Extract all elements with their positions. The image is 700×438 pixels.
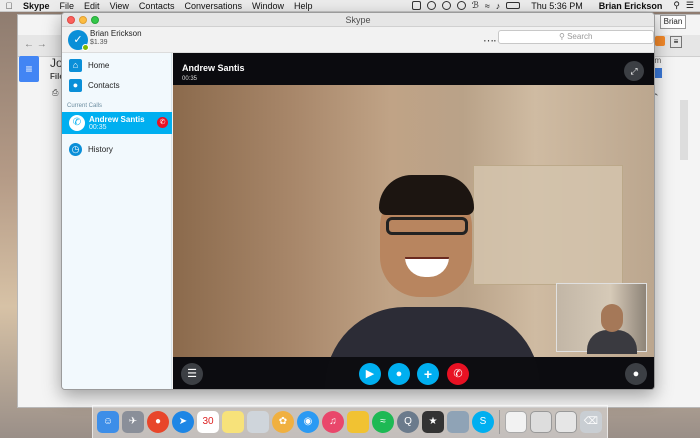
skype-status-icon[interactable]	[426, 1, 436, 10]
self-body	[587, 330, 637, 354]
section-current-calls: Current Calls	[67, 103, 103, 109]
spotlight-icon[interactable]: ⚲	[673, 0, 680, 11]
spotify-icon[interactable]: ≈	[372, 411, 394, 433]
sidebar: ⌂ Home ● Contacts Current Calls ✆ Andrew…	[62, 53, 172, 389]
add-participant-icon[interactable]: +	[417, 363, 439, 385]
minimize-window-button[interactable]	[79, 16, 87, 24]
self-face	[601, 304, 623, 332]
print-icon[interactable]: ⎙	[52, 88, 58, 98]
call-duration: 00:35	[182, 76, 198, 82]
skype-icon[interactable]: S	[472, 411, 494, 433]
imovie-icon[interactable]: ★	[422, 411, 444, 433]
contacts-icon: ●	[69, 78, 82, 92]
end-call-icon[interactable]: ✆	[447, 363, 469, 385]
skype-window: Skype ✓ Brian Erickson $1.39 ⋯⋯ ⚲ Search…	[61, 12, 655, 390]
volume-icon[interactable]: ♪	[496, 1, 501, 11]
screenshot-icon[interactable]	[530, 411, 552, 433]
call-contact-name: Andrew Santis	[182, 63, 245, 73]
chat-icon[interactable]: ●	[625, 363, 647, 385]
menu-view[interactable]: View	[105, 1, 134, 11]
call-header: Andrew Santis 00:35 ⤢	[173, 53, 654, 85]
calendar-icon[interactable]: 30	[197, 411, 219, 433]
docs-icon[interactable]: ≡	[19, 56, 39, 82]
messages-icon[interactable]: ◉	[297, 411, 319, 433]
status-area: ℬ ≈ ♪ Thu 5:36 PM Brian Erickson ⚲ ☰	[411, 0, 700, 11]
menu-window[interactable]: Window	[247, 1, 289, 11]
caller-glasses	[386, 217, 468, 235]
menu-conversations[interactable]: Conversations	[179, 1, 247, 11]
search-placeholder: Search	[567, 32, 593, 41]
current-call-name: Andrew Santis	[89, 115, 145, 124]
itunes-icon[interactable]: ♫	[322, 411, 344, 433]
call-controls: ☰ ▶ ● + ✆ ●	[173, 357, 654, 389]
checkbox-status-icon[interactable]	[411, 1, 421, 10]
profile-tab[interactable]: Brian	[660, 15, 686, 29]
menu-icon[interactable]: ☰	[181, 363, 203, 385]
document-icon[interactable]	[505, 411, 527, 433]
window-icon[interactable]	[555, 411, 577, 433]
close-window-button[interactable]	[67, 16, 75, 24]
dock-divider	[499, 410, 500, 434]
dock: ☺ ✈ ● ➤ 30 ✿ ◉ ♫ ≈ Q ★ S ⌫	[92, 405, 608, 438]
battery-icon[interactable]	[506, 2, 521, 9]
video-camera-icon[interactable]: ▶	[359, 363, 381, 385]
history-icon: ◷	[69, 142, 82, 156]
browser-menu-icon[interactable]: ≡	[670, 36, 682, 48]
sidebar-item-label: History	[88, 144, 113, 154]
current-call-duration: 00:35	[89, 124, 107, 131]
trash-icon[interactable]: ⌫	[580, 411, 602, 433]
cyberduck-icon[interactable]	[347, 411, 369, 433]
window-title: Skype	[62, 13, 654, 27]
sync-status-icon[interactable]	[441, 1, 451, 10]
profile-credit[interactable]: $1.39	[90, 39, 108, 46]
finder-icon[interactable]: ☺	[97, 411, 119, 433]
quicktime-icon[interactable]: Q	[397, 411, 419, 433]
browser-nav-icons[interactable]: ← →	[24, 39, 47, 50]
search-input[interactable]: ⚲ Search	[498, 30, 654, 44]
fullscreen-icon[interactable]: ⤢	[624, 61, 644, 81]
sidebar-item-history[interactable]: ◷ History	[62, 138, 172, 160]
menubar-clock[interactable]: Thu 5:36 PM	[526, 1, 588, 11]
menu-contacts[interactable]: Contacts	[134, 1, 180, 11]
search-icon: ⚲	[559, 32, 568, 41]
background-shelf	[473, 165, 623, 285]
chrome-icon[interactable]: ●	[147, 411, 169, 433]
current-call-item[interactable]: ✆ Andrew Santis 00:35 ✆	[62, 112, 172, 134]
microphone-icon[interactable]: ●	[388, 363, 410, 385]
zoom-window-button[interactable]	[91, 16, 99, 24]
menu-file[interactable]: File	[55, 1, 80, 11]
apple-menu-icon[interactable]: 	[0, 1, 18, 11]
sidebar-item-contacts[interactable]: ● Contacts	[62, 74, 172, 96]
sidebar-item-home[interactable]: ⌂ Home	[62, 54, 172, 76]
sidebar-item-label: Home	[88, 60, 110, 70]
notes-icon[interactable]	[222, 411, 244, 433]
sidebar-item-label: Contacts	[88, 80, 120, 90]
caller-hair	[379, 175, 474, 215]
safari-icon[interactable]: ➤	[172, 411, 194, 433]
menu-edit[interactable]: Edit	[79, 1, 105, 11]
home-icon: ⌂	[69, 58, 82, 72]
call-in-progress-icon: ✆	[69, 115, 85, 131]
menubar-user[interactable]: Brian Erickson	[594, 1, 668, 11]
profile-name[interactable]: Brian Erickson	[90, 29, 142, 38]
profile-avatar[interactable]: ✓	[68, 30, 89, 51]
preview-icon[interactable]	[247, 411, 269, 433]
timemachine-icon[interactable]	[456, 1, 466, 10]
video-call-area[interactable]: Andrew Santis 00:35 ⤢ ☰ ▶ ● + ✆ ●	[173, 53, 654, 389]
menu-skype[interactable]: Skype	[18, 1, 55, 11]
menu-bar:  Skype File Edit View Contacts Conversa…	[0, 0, 700, 12]
skype-toolbar: ✓ Brian Erickson $1.39 ⋯⋯ ⚲ Search	[62, 27, 654, 53]
wifi-icon[interactable]: ≈	[485, 1, 490, 11]
menu-help[interactable]: Help	[289, 1, 318, 11]
extension-icon[interactable]	[655, 36, 665, 46]
sidebar-hangup-button[interactable]: ✆	[157, 117, 168, 128]
notification-center-icon[interactable]: ☰	[686, 0, 694, 11]
image-capture-icon[interactable]	[447, 411, 469, 433]
photos-icon[interactable]: ✿	[272, 411, 294, 433]
self-video-preview[interactable]	[556, 283, 647, 354]
scrollbar[interactable]	[680, 100, 688, 160]
bluetooth-icon[interactable]: ℬ	[472, 0, 479, 11]
launchpad-icon[interactable]: ✈	[122, 411, 144, 433]
online-status-icon	[82, 44, 89, 51]
